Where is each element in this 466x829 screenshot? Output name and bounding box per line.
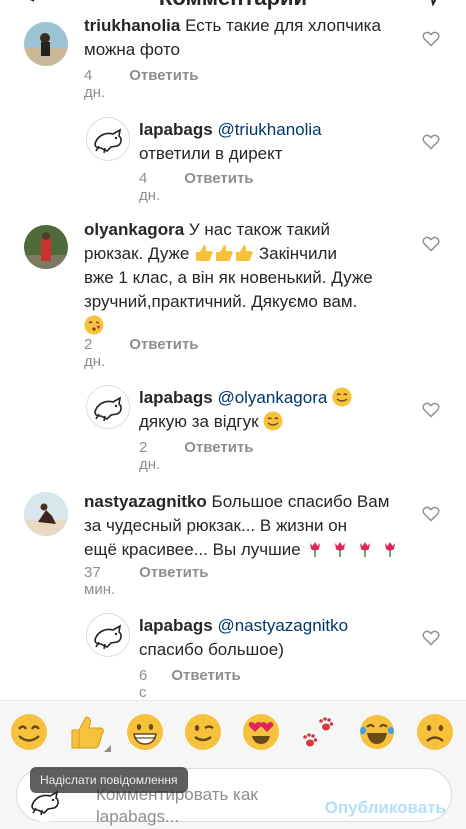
comment-time: 4 дн. bbox=[139, 170, 161, 204]
frown-emoji-icon[interactable] bbox=[416, 713, 454, 751]
send-message-tooltip: Надіслати повідомлення bbox=[30, 767, 188, 793]
comment-time: 37 мин. bbox=[84, 564, 116, 598]
like-heart-icon[interactable] bbox=[422, 402, 440, 418]
comment-time: 6 с bbox=[139, 667, 148, 700]
comment-text-line: вже 1 клас, а він як новенький. Дуже bbox=[84, 268, 373, 287]
reply-button[interactable]: Ответить bbox=[129, 67, 198, 101]
like-heart-icon[interactable] bbox=[422, 630, 440, 646]
header: < Комментарии bbox=[0, 0, 466, 12]
dog-logo-icon bbox=[94, 128, 122, 154]
comment-text-line: можна фото bbox=[84, 40, 181, 59]
thumbs-up-emoji-icon bbox=[194, 244, 259, 263]
page-title: Комментарии bbox=[0, 0, 466, 11]
paw-prints-emoji-icon[interactable] bbox=[300, 713, 338, 751]
comment-text-line: дякую за відгук bbox=[139, 412, 259, 431]
comment-time: 2 дн. bbox=[139, 439, 161, 473]
comment-username[interactable]: lapabags bbox=[139, 120, 213, 139]
comment-time: 4 дн. bbox=[84, 67, 106, 101]
comment-username[interactable]: nastyazagnitko bbox=[84, 492, 207, 511]
like-heart-icon[interactable] bbox=[422, 236, 440, 252]
smile-emoji-icon[interactable] bbox=[10, 713, 48, 751]
comment-text-line: спасибо большое) bbox=[139, 640, 284, 659]
dog-logo-icon bbox=[94, 624, 122, 650]
comment-username[interactable]: lapabags bbox=[139, 616, 213, 635]
user-avatar[interactable] bbox=[24, 492, 68, 536]
comment-text: Есть такие для хлопчика bbox=[185, 16, 381, 35]
kissing-heart-emoji-icon bbox=[84, 315, 104, 335]
dog-logo-icon bbox=[94, 396, 122, 422]
direct-send-icon[interactable] bbox=[420, 0, 446, 6]
wink-emoji-icon[interactable] bbox=[184, 713, 222, 751]
comment-username[interactable]: olyankagora bbox=[84, 220, 184, 239]
publish-button[interactable]: Опубликовать bbox=[325, 798, 446, 818]
comment-time: 2 дн. bbox=[84, 336, 106, 370]
reply-button[interactable]: Ответить bbox=[129, 336, 198, 370]
comment-username[interactable]: triukhanolia bbox=[84, 16, 180, 35]
comment-text-line: ещё красивее... Вы лучшие bbox=[84, 540, 301, 559]
thumbs-up-emoji-icon[interactable] bbox=[68, 713, 106, 751]
reply-button[interactable]: Ответить bbox=[184, 170, 253, 204]
user-avatar[interactable] bbox=[24, 22, 68, 66]
smiling-emoji-icon bbox=[332, 387, 352, 407]
skin-tone-indicator-icon bbox=[104, 745, 111, 752]
comment-username[interactable]: lapabags bbox=[139, 388, 213, 407]
user-avatar[interactable] bbox=[24, 225, 68, 269]
lapabags-avatar[interactable] bbox=[86, 613, 130, 657]
grin-emoji-icon[interactable] bbox=[126, 713, 164, 751]
comments-list: < Комментарии triukhanolia Есть такие дл… bbox=[0, 0, 466, 700]
comment-input-bar: Комментировать как lapabags... Опубликов… bbox=[0, 762, 466, 829]
like-heart-icon[interactable] bbox=[422, 31, 440, 47]
lapabags-avatar[interactable] bbox=[86, 117, 130, 161]
reply-button[interactable]: Ответить bbox=[171, 667, 240, 700]
lapabags-avatar[interactable] bbox=[86, 385, 130, 429]
like-heart-icon[interactable] bbox=[422, 134, 440, 150]
comment-text-line: рюкзак. Дуже bbox=[84, 244, 190, 263]
reply-button[interactable]: Ответить bbox=[139, 564, 208, 598]
smiling-emoji-icon bbox=[263, 411, 283, 431]
comment-text: Закінчили bbox=[258, 244, 337, 263]
mention-link[interactable]: @olyankagora bbox=[217, 388, 327, 407]
comment-text-line: за чудесный рюкзак... В жизни он bbox=[84, 516, 348, 535]
mention-link[interactable]: @triukhanolia bbox=[217, 120, 321, 139]
reply-button[interactable]: Ответить bbox=[184, 439, 253, 473]
like-heart-icon[interactable] bbox=[422, 506, 440, 522]
emoji-quick-bar bbox=[0, 700, 466, 762]
heart-eyes-emoji-icon[interactable] bbox=[242, 713, 280, 751]
comment-text-line: ответили в директ bbox=[139, 144, 283, 163]
comment-text-line: зручний,практичний. Дякуємо вам. bbox=[84, 292, 358, 311]
comment-text: Большое спасибо Вам bbox=[211, 492, 390, 511]
mention-link[interactable]: @nastyazagnitko bbox=[217, 616, 348, 635]
tears-of-joy-emoji-icon[interactable] bbox=[358, 713, 396, 751]
comment-text: У нас також такий bbox=[188, 220, 330, 239]
tulip-emoji-icons bbox=[305, 540, 399, 559]
